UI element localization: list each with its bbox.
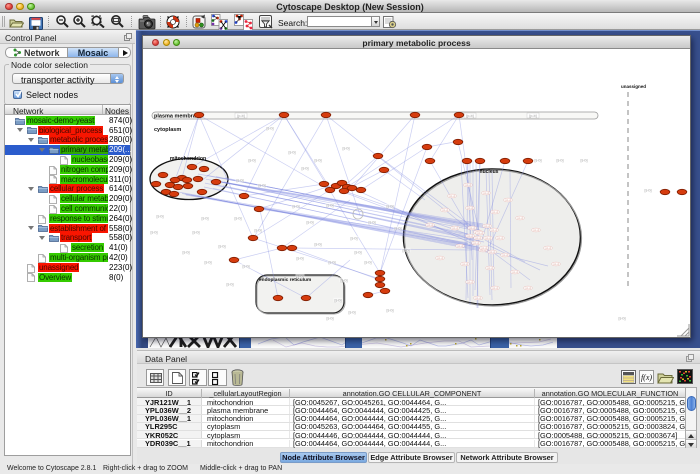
svg-text:[p-b]: [p-b] bbox=[237, 114, 244, 118]
svg-text:nc-d: nc-d bbox=[475, 236, 481, 240]
svg-text:nc-d: nc-d bbox=[457, 244, 463, 248]
svg-text:nc-d: nc-d bbox=[517, 216, 523, 220]
svg-text:[s-b]: [s-b] bbox=[387, 309, 394, 313]
svg-text:nc-d: nc-d bbox=[483, 191, 489, 195]
svg-text:[s-b]: [s-b] bbox=[341, 279, 348, 283]
svg-text:nc-d: nc-d bbox=[492, 210, 498, 214]
svg-text:[s-b]: [s-b] bbox=[267, 127, 274, 131]
svg-text:nc-d: nc-d bbox=[477, 231, 483, 235]
svg-text:[s-b]: [s-b] bbox=[581, 159, 588, 163]
svg-text:nc-d: nc-d bbox=[469, 226, 475, 230]
svg-text:[s-b]: [s-b] bbox=[205, 261, 212, 265]
svg-text:[s-b]: [s-b] bbox=[387, 205, 394, 209]
svg-text:[s-b]: [s-b] bbox=[249, 159, 256, 163]
svg-text:nc-d: nc-d bbox=[484, 224, 490, 228]
svg-text:unassigned: unassigned bbox=[621, 84, 646, 89]
svg-text:nc-d: nc-d bbox=[512, 270, 518, 274]
svg-text:nc-d: nc-d bbox=[487, 266, 493, 270]
svg-text:[s-b]: [s-b] bbox=[335, 299, 342, 303]
svg-text:nc-d: nc-d bbox=[427, 223, 433, 227]
svg-text:nc-d: nc-d bbox=[485, 236, 491, 240]
svg-text:[s-b]: [s-b] bbox=[235, 217, 242, 221]
svg-text:[s-b]: [s-b] bbox=[297, 275, 304, 279]
svg-text:[s-b]: [s-b] bbox=[351, 237, 358, 241]
svg-text:[s-b]: [s-b] bbox=[151, 231, 158, 235]
svg-text:nc-d: nc-d bbox=[437, 256, 443, 260]
svg-text:[s-b]: [s-b] bbox=[227, 283, 234, 287]
svg-text:[s-b]: [s-b] bbox=[315, 243, 322, 247]
svg-text:nc-d: nc-d bbox=[481, 246, 487, 250]
svg-text:nc-d: nc-d bbox=[553, 262, 559, 266]
svg-text:[s-b]: [s-b] bbox=[289, 151, 296, 155]
svg-text:[s-b]: [s-b] bbox=[219, 245, 226, 249]
svg-text:[s-b]: [s-b] bbox=[202, 217, 209, 221]
svg-text:nc-d: nc-d bbox=[462, 262, 468, 266]
svg-text:[p-b]: [p-b] bbox=[466, 114, 473, 118]
svg-text:[s-b]: [s-b] bbox=[535, 159, 542, 163]
svg-text:[s-b]: [s-b] bbox=[327, 317, 334, 321]
svg-text:[s-b]: [s-b] bbox=[315, 159, 322, 163]
svg-text:nc-d: nc-d bbox=[533, 228, 539, 232]
svg-text:[s-b]: [s-b] bbox=[255, 229, 262, 233]
svg-text:[s-b]: [s-b] bbox=[329, 261, 336, 265]
svg-text:mitochondrion: mitochondrion bbox=[170, 156, 206, 162]
svg-text:nc-d: nc-d bbox=[452, 226, 458, 230]
svg-text:[s-b]: [s-b] bbox=[243, 265, 250, 269]
svg-text:[s-b]: [s-b] bbox=[302, 167, 309, 171]
svg-text:nc-d: nc-d bbox=[525, 286, 531, 290]
svg-text:nc-d: nc-d bbox=[502, 253, 508, 257]
svg-text:nc-d: nc-d bbox=[449, 194, 455, 198]
svg-text:nc-d: nc-d bbox=[492, 286, 498, 290]
svg-text:nc-d: nc-d bbox=[489, 250, 495, 254]
svg-text:[s-b]: [s-b] bbox=[259, 184, 266, 188]
svg-text:[s-b]: [s-b] bbox=[619, 317, 626, 321]
svg-text:[s-b]: [s-b] bbox=[237, 179, 244, 183]
svg-text:[s-b]: [s-b] bbox=[395, 227, 402, 231]
svg-text:nc-d: nc-d bbox=[491, 228, 497, 232]
svg-text:[s-b]: [s-b] bbox=[349, 311, 356, 315]
svg-text:nc-d: nc-d bbox=[465, 183, 471, 187]
svg-text:[s-b]: [s-b] bbox=[645, 189, 652, 193]
svg-text:nc-d: nc-d bbox=[473, 241, 479, 245]
svg-text:nc-d: nc-d bbox=[497, 236, 503, 240]
svg-text:nc-d: nc-d bbox=[475, 296, 481, 300]
svg-text:nc-d: nc-d bbox=[467, 234, 473, 238]
svg-text:[s-b]: [s-b] bbox=[327, 204, 334, 208]
svg-text:[s-b]: [s-b] bbox=[557, 159, 564, 163]
svg-text:[s-b]: [s-b] bbox=[355, 251, 362, 255]
svg-text:[p-b]: [p-b] bbox=[529, 114, 536, 118]
svg-text:nc-d: nc-d bbox=[545, 246, 551, 250]
svg-text:[s-b]: [s-b] bbox=[297, 257, 304, 261]
svg-text:[s-b]: [s-b] bbox=[365, 261, 372, 265]
svg-text:nc-d: nc-d bbox=[467, 280, 473, 284]
svg-text:[s-b]: [s-b] bbox=[343, 147, 350, 151]
svg-text:[s-b]: [s-b] bbox=[307, 221, 314, 225]
svg-text:[s-b]: [s-b] bbox=[369, 221, 376, 225]
svg-text:nc-d: nc-d bbox=[467, 206, 473, 210]
svg-text:nc-d: nc-d bbox=[442, 208, 448, 212]
svg-text:nc-d: nc-d bbox=[505, 198, 511, 202]
svg-text:nucleus: nucleus bbox=[480, 169, 499, 175]
svg-text:[s-b]: [s-b] bbox=[293, 205, 300, 209]
svg-text:[s-b]: [s-b] bbox=[157, 215, 164, 219]
svg-text:cytoplasm: cytoplasm bbox=[154, 127, 181, 133]
svg-text:[s-b]: [s-b] bbox=[183, 251, 190, 255]
svg-text:[s-b]: [s-b] bbox=[403, 249, 410, 253]
svg-text:[s-b]: [s-b] bbox=[193, 231, 200, 235]
